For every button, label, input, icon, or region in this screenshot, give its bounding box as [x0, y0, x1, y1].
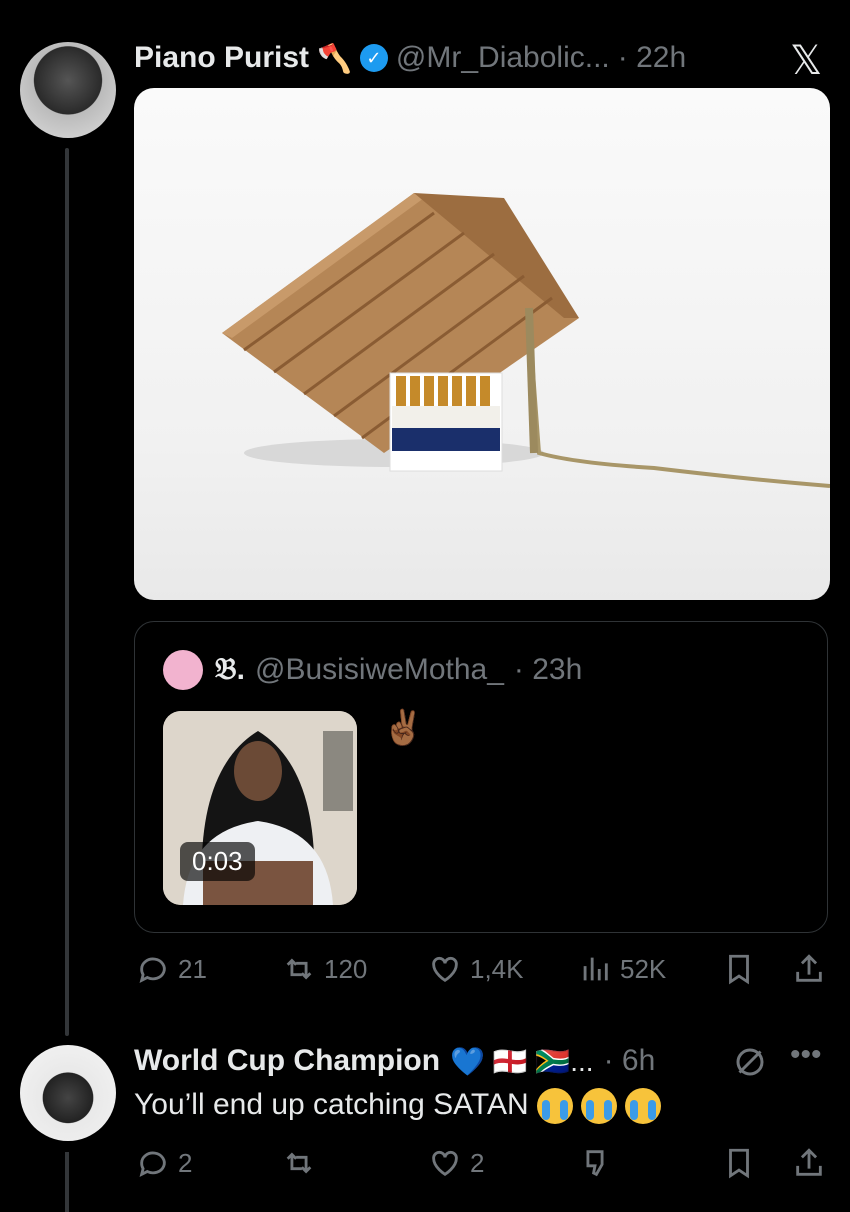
repost-action[interactable]: 120	[282, 952, 367, 986]
quoted-tweet-text: ✌🏾	[382, 709, 425, 747]
reply-header: World Cup Champion 💙 🏴󠁧󠁢󠁥󠁮󠁧󠁿 🇿🇦... · 6h	[134, 1041, 655, 1081]
tweet-media-image[interactable]	[134, 88, 830, 600]
bookmark-action[interactable]	[722, 952, 756, 986]
reply-icon	[139, 1151, 166, 1177]
crying-emoji-icon	[624, 1088, 661, 1125]
reply-action[interactable]: 21	[136, 952, 207, 986]
quoted-header: 𝔅. @BusisiweMotha_ · 23h	[215, 650, 582, 690]
downvote-icon	[586, 1150, 604, 1177]
author-name[interactable]: Piano Purist	[134, 41, 309, 75]
reply-bookmark-action[interactable]	[722, 1146, 756, 1180]
reply-author-flags: 💙 🏴󠁧󠁢󠁥󠁮󠁧󠁿 🇿🇦...	[450, 1045, 594, 1077]
tweet-header: Piano Purist 🪓 ✓ @Mr_Diabolic... · 22h	[134, 38, 686, 78]
reply-author-avatar[interactable]	[20, 1045, 116, 1141]
share-icon	[796, 1148, 822, 1176]
reply-author-name[interactable]: World Cup Champion	[134, 1044, 440, 1078]
author-handle[interactable]: @Mr_Diabolic...	[396, 41, 610, 75]
share-icon	[796, 954, 822, 982]
reply-share-action[interactable]	[792, 1146, 826, 1180]
quoted-author-handle[interactable]: @BusisiweMotha_	[255, 653, 504, 687]
reply-time[interactable]: · 6h	[604, 1044, 656, 1078]
like-count: 1,4K	[470, 953, 524, 984]
tweet-time[interactable]: · 22h	[618, 41, 686, 75]
heart-icon	[432, 1150, 458, 1177]
quoted-author-avatar[interactable]	[163, 650, 203, 690]
video-duration-badge: 0:03	[180, 842, 255, 881]
reply-count: 21	[178, 953, 207, 984]
thread-connector-line	[65, 148, 69, 1036]
views-count: 52K	[620, 953, 667, 984]
box-trap-illustration	[222, 193, 830, 488]
bookmark-icon	[729, 1148, 749, 1179]
repost-icon	[286, 958, 312, 980]
quoted-author-name[interactable]: 𝔅.	[215, 653, 245, 687]
repost-icon	[286, 1152, 312, 1174]
reply-downvote-action[interactable]	[578, 1146, 612, 1180]
heart-icon	[432, 956, 458, 983]
reply-text: You’ll end up catching SATAN	[134, 1088, 529, 1121]
share-action[interactable]	[792, 952, 826, 986]
reply-icon	[139, 957, 166, 983]
repost-count: 120	[324, 953, 368, 984]
reply-text-row: You’ll end up catching SATAN	[134, 1088, 661, 1125]
reply-thread-line	[65, 1152, 69, 1212]
x-logo-icon[interactable]: 𝕏	[790, 38, 822, 84]
more-options-icon[interactable]: •••	[790, 1038, 822, 1072]
verified-badge-icon: ✓	[359, 44, 388, 72]
like-action[interactable]: 1,4K	[428, 952, 524, 986]
axe-emoji: 🪓	[317, 42, 352, 74]
reply-repost-action[interactable]	[282, 1146, 316, 1180]
crying-emoji-icon	[580, 1088, 617, 1125]
author-avatar[interactable]	[20, 42, 116, 138]
quoted-tweet-time[interactable]: · 23h	[514, 653, 582, 687]
reply-like-count: 2	[470, 1147, 485, 1178]
reply-reply-count: 2	[178, 1147, 193, 1178]
bookmark-icon	[729, 954, 749, 985]
reply-like-action[interactable]: 2	[428, 1146, 484, 1180]
not-interested-icon[interactable]	[732, 1044, 768, 1085]
crying-emoji-icon	[536, 1088, 573, 1125]
views-action[interactable]: 52K	[578, 952, 666, 986]
views-chart-icon	[583, 957, 608, 981]
reply-reply-action[interactable]: 2	[136, 1146, 192, 1180]
